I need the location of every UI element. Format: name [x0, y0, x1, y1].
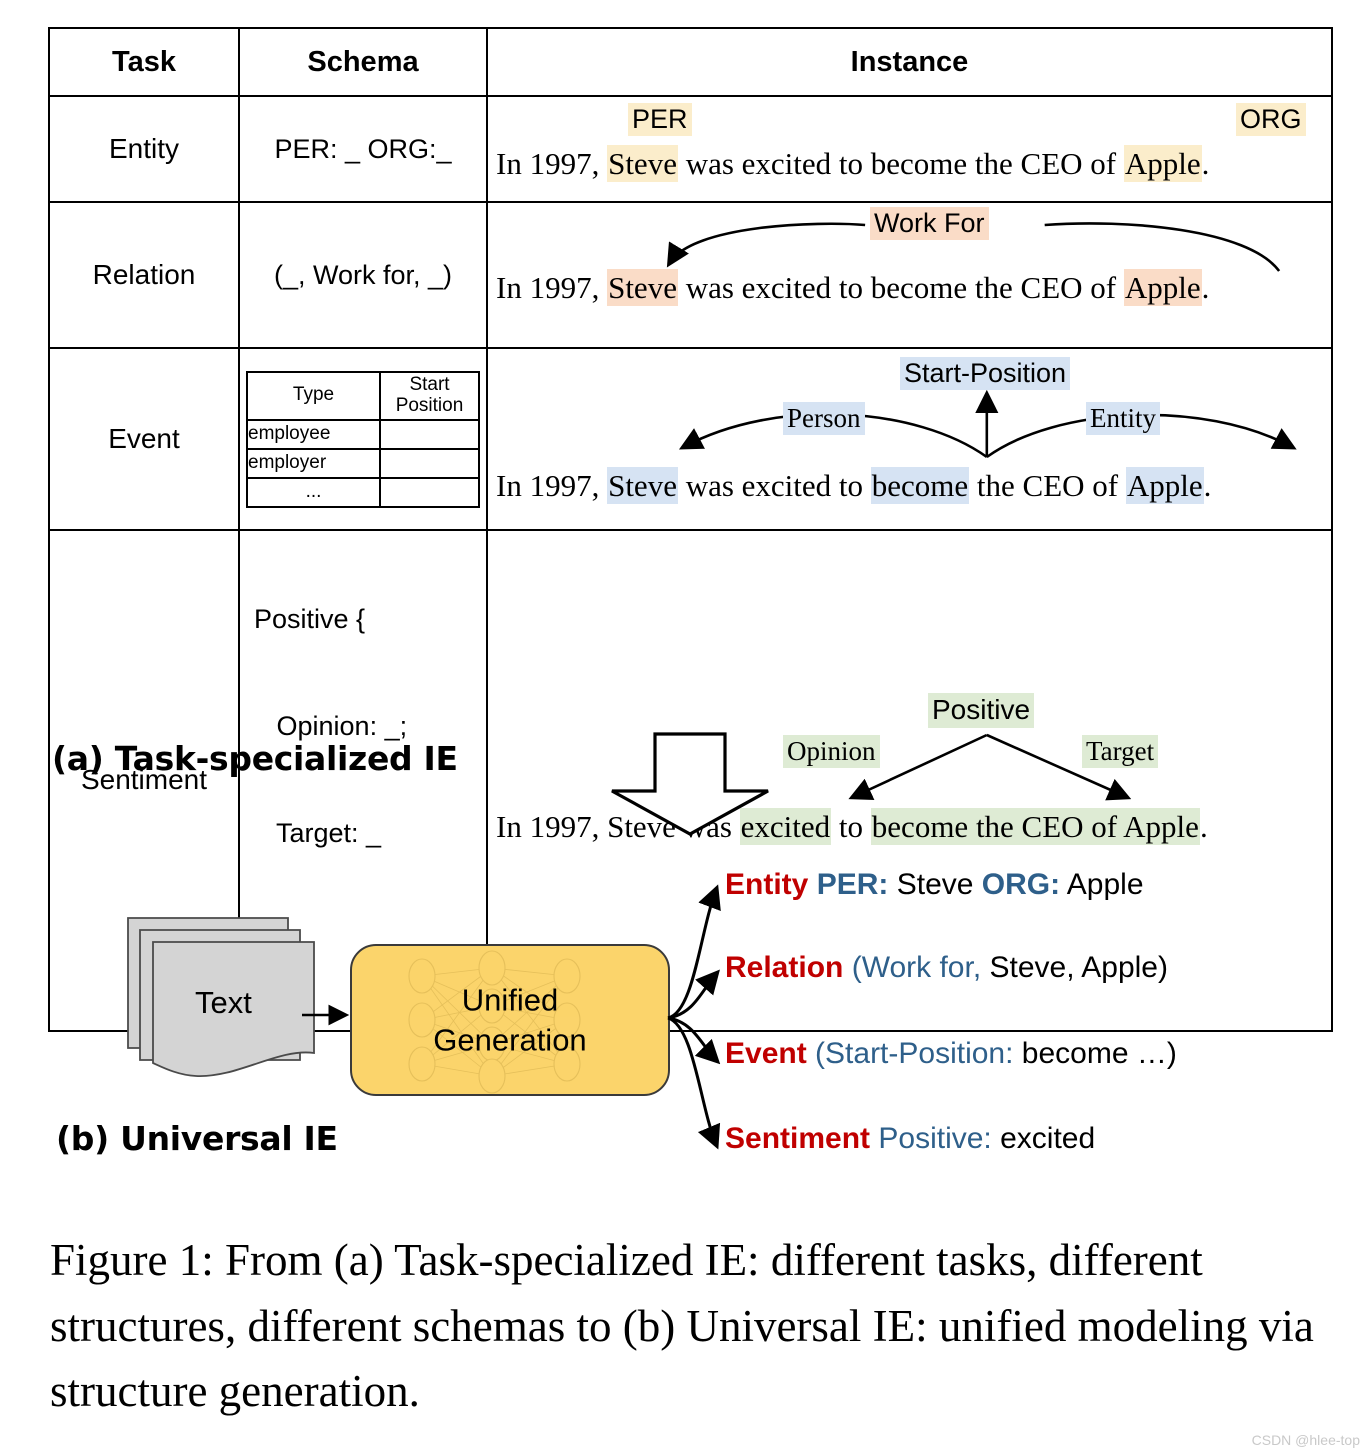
instance-event: Start-Position Person Entity In 1997, St…: [486, 347, 1333, 531]
mini-row-ellipsis: ...: [246, 476, 480, 508]
header-schema: Schema: [238, 27, 488, 97]
output-task-relation: Relation: [725, 951, 844, 984]
output-type-startposition: (Start-Position:: [815, 1037, 1014, 1070]
sent-mid1: was excited to: [677, 468, 871, 503]
mini-cell-type: employer: [246, 447, 381, 479]
mini-cell-value: [379, 418, 480, 450]
sentence-event: In 1997, Steve was excited to become the…: [496, 467, 1212, 504]
mini-header-type: Type: [246, 370, 381, 421]
unified-generation-label: Unified Generation: [352, 980, 668, 1059]
instance-entity: PER ORG In 1997, Steve was excited to be…: [486, 95, 1333, 203]
sent-end: .: [1201, 270, 1210, 305]
sentence-relation: In 1997, Steve was excited to become the…: [496, 269, 1210, 306]
down-arrow-icon: [611, 732, 769, 836]
output-type-per: PER:: [816, 868, 889, 901]
schema-entity: PER: _ ORG:_: [238, 95, 488, 203]
mini-cell-value: [379, 476, 480, 508]
sentence-entity: In 1997, Steve was excited to become the…: [496, 145, 1210, 182]
sent-prefix: In 1997,: [496, 468, 608, 503]
output-task-sentiment: Sentiment: [725, 1122, 871, 1155]
tag-target: Target: [1082, 735, 1159, 769]
output-value-relation: Steve, Apple): [989, 951, 1168, 984]
sent-end: .: [1199, 809, 1208, 845]
tag-work-for: Work For: [870, 207, 989, 241]
output-type-workfor: (Work for,: [851, 951, 982, 984]
sent-mid2: the CEO of: [969, 468, 1126, 503]
output-line-relation: Relation (Work for, Steve, Apple): [725, 951, 1168, 985]
sent-end: .: [1201, 146, 1210, 181]
mini-header-row: Type Start Position: [246, 370, 480, 421]
output-value-apple: Apple: [1066, 868, 1144, 901]
tag-per: PER: [628, 103, 692, 137]
relation-span-apple: Apple: [1123, 269, 1202, 306]
output-task-event: Event: [725, 1037, 807, 1070]
header-instance: Instance: [486, 27, 1333, 97]
sent-mid: was excited to become the CEO of: [677, 270, 1124, 305]
output-line-entity: Entity PER: Steve ORG: Apple: [725, 868, 1144, 902]
sent-prefix: In 1997,: [496, 270, 608, 305]
sent-end: .: [1203, 468, 1212, 503]
output-type-org: ORG:: [981, 868, 1061, 901]
unified-generation-box[interactable]: Unified Generation: [350, 944, 670, 1096]
instance-relation: Work For In 1997, Steve was excited to b…: [486, 201, 1333, 349]
tag-start-position: Start-Position: [900, 357, 1071, 391]
entity-span-steve: Steve: [607, 145, 678, 182]
event-span-steve: Steve: [607, 467, 678, 504]
task-label-relation: Relation: [48, 201, 240, 349]
schema-line-1: Positive {: [254, 604, 366, 635]
text-doc-label: Text: [195, 985, 252, 1020]
mini-header-start-position: Start Position: [379, 370, 480, 421]
section-b-label: (b) Universal IE: [56, 1119, 338, 1158]
tag-org: ORG: [1236, 103, 1306, 137]
model-output-arrows: [667, 884, 721, 1150]
tag-positive: Positive: [928, 693, 1035, 728]
sent-mid: was excited to become the CEO of: [677, 146, 1124, 181]
output-value-steve: Steve: [896, 868, 974, 901]
event-schema-table: Type Start Position employee employer ..…: [246, 370, 480, 508]
entity-span-apple: Apple: [1123, 145, 1202, 182]
header-task: Task: [48, 27, 240, 97]
schema-relation: (_, Work for, _): [238, 201, 488, 349]
unified-line-1: Unified: [461, 982, 559, 1018]
mini-header-line2: Position: [395, 394, 464, 416]
figure-caption: Figure 1: From (a) Task-specialized IE: …: [50, 1235, 1314, 1417]
sent-mid: to: [831, 809, 871, 845]
relation-span-steve: Steve: [607, 269, 678, 306]
tag-person: Person: [783, 402, 865, 436]
event-span-become: become: [870, 467, 970, 504]
watermark: CSDN @hlee-top: [1251, 1432, 1360, 1448]
table-row-relation: Relation (_, Work for, _) Work For In 19…: [48, 201, 1333, 349]
tag-opinion: Opinion: [783, 735, 880, 769]
table-row-event: Event Type Start Position employee emplo…: [48, 347, 1333, 531]
output-value-event: become …): [1021, 1037, 1177, 1070]
task-label-entity: Entity: [48, 95, 240, 203]
mini-row-employee: employee: [246, 418, 480, 450]
output-task-entity: Entity: [725, 868, 809, 901]
output-line-sentiment: Sentiment Positive: excited: [725, 1122, 1095, 1156]
mini-cell-type: employee: [246, 418, 381, 450]
output-value-sentiment: excited: [1000, 1122, 1096, 1155]
mini-row-employer: employer: [246, 447, 480, 479]
output-type-positive: Positive:: [878, 1122, 992, 1155]
tag-entity: Entity: [1086, 402, 1160, 436]
sentiment-span-target: become the CEO of Apple: [870, 808, 1200, 846]
sent-prefix: In 1997,: [496, 146, 608, 181]
event-span-apple: Apple: [1125, 467, 1204, 504]
schema-line-3: Target: _: [254, 818, 382, 848]
mini-cell-value: [379, 447, 480, 479]
task-label-event: Event: [48, 347, 240, 531]
table-row-entity: Entity PER: _ ORG:_ PER ORG In 1997, Ste…: [48, 95, 1333, 203]
schema-event: Type Start Position employee employer ..…: [238, 347, 488, 531]
section-a-label: (a) Task-specialized IE: [52, 739, 458, 778]
table-header-row: Task Schema Instance: [48, 27, 1333, 97]
mini-cell-type: ...: [246, 476, 381, 508]
unified-line-2: Generation: [433, 1022, 587, 1057]
mini-header-line1: Start: [409, 373, 450, 395]
output-line-event: Event (Start-Position: become …): [725, 1037, 1177, 1071]
